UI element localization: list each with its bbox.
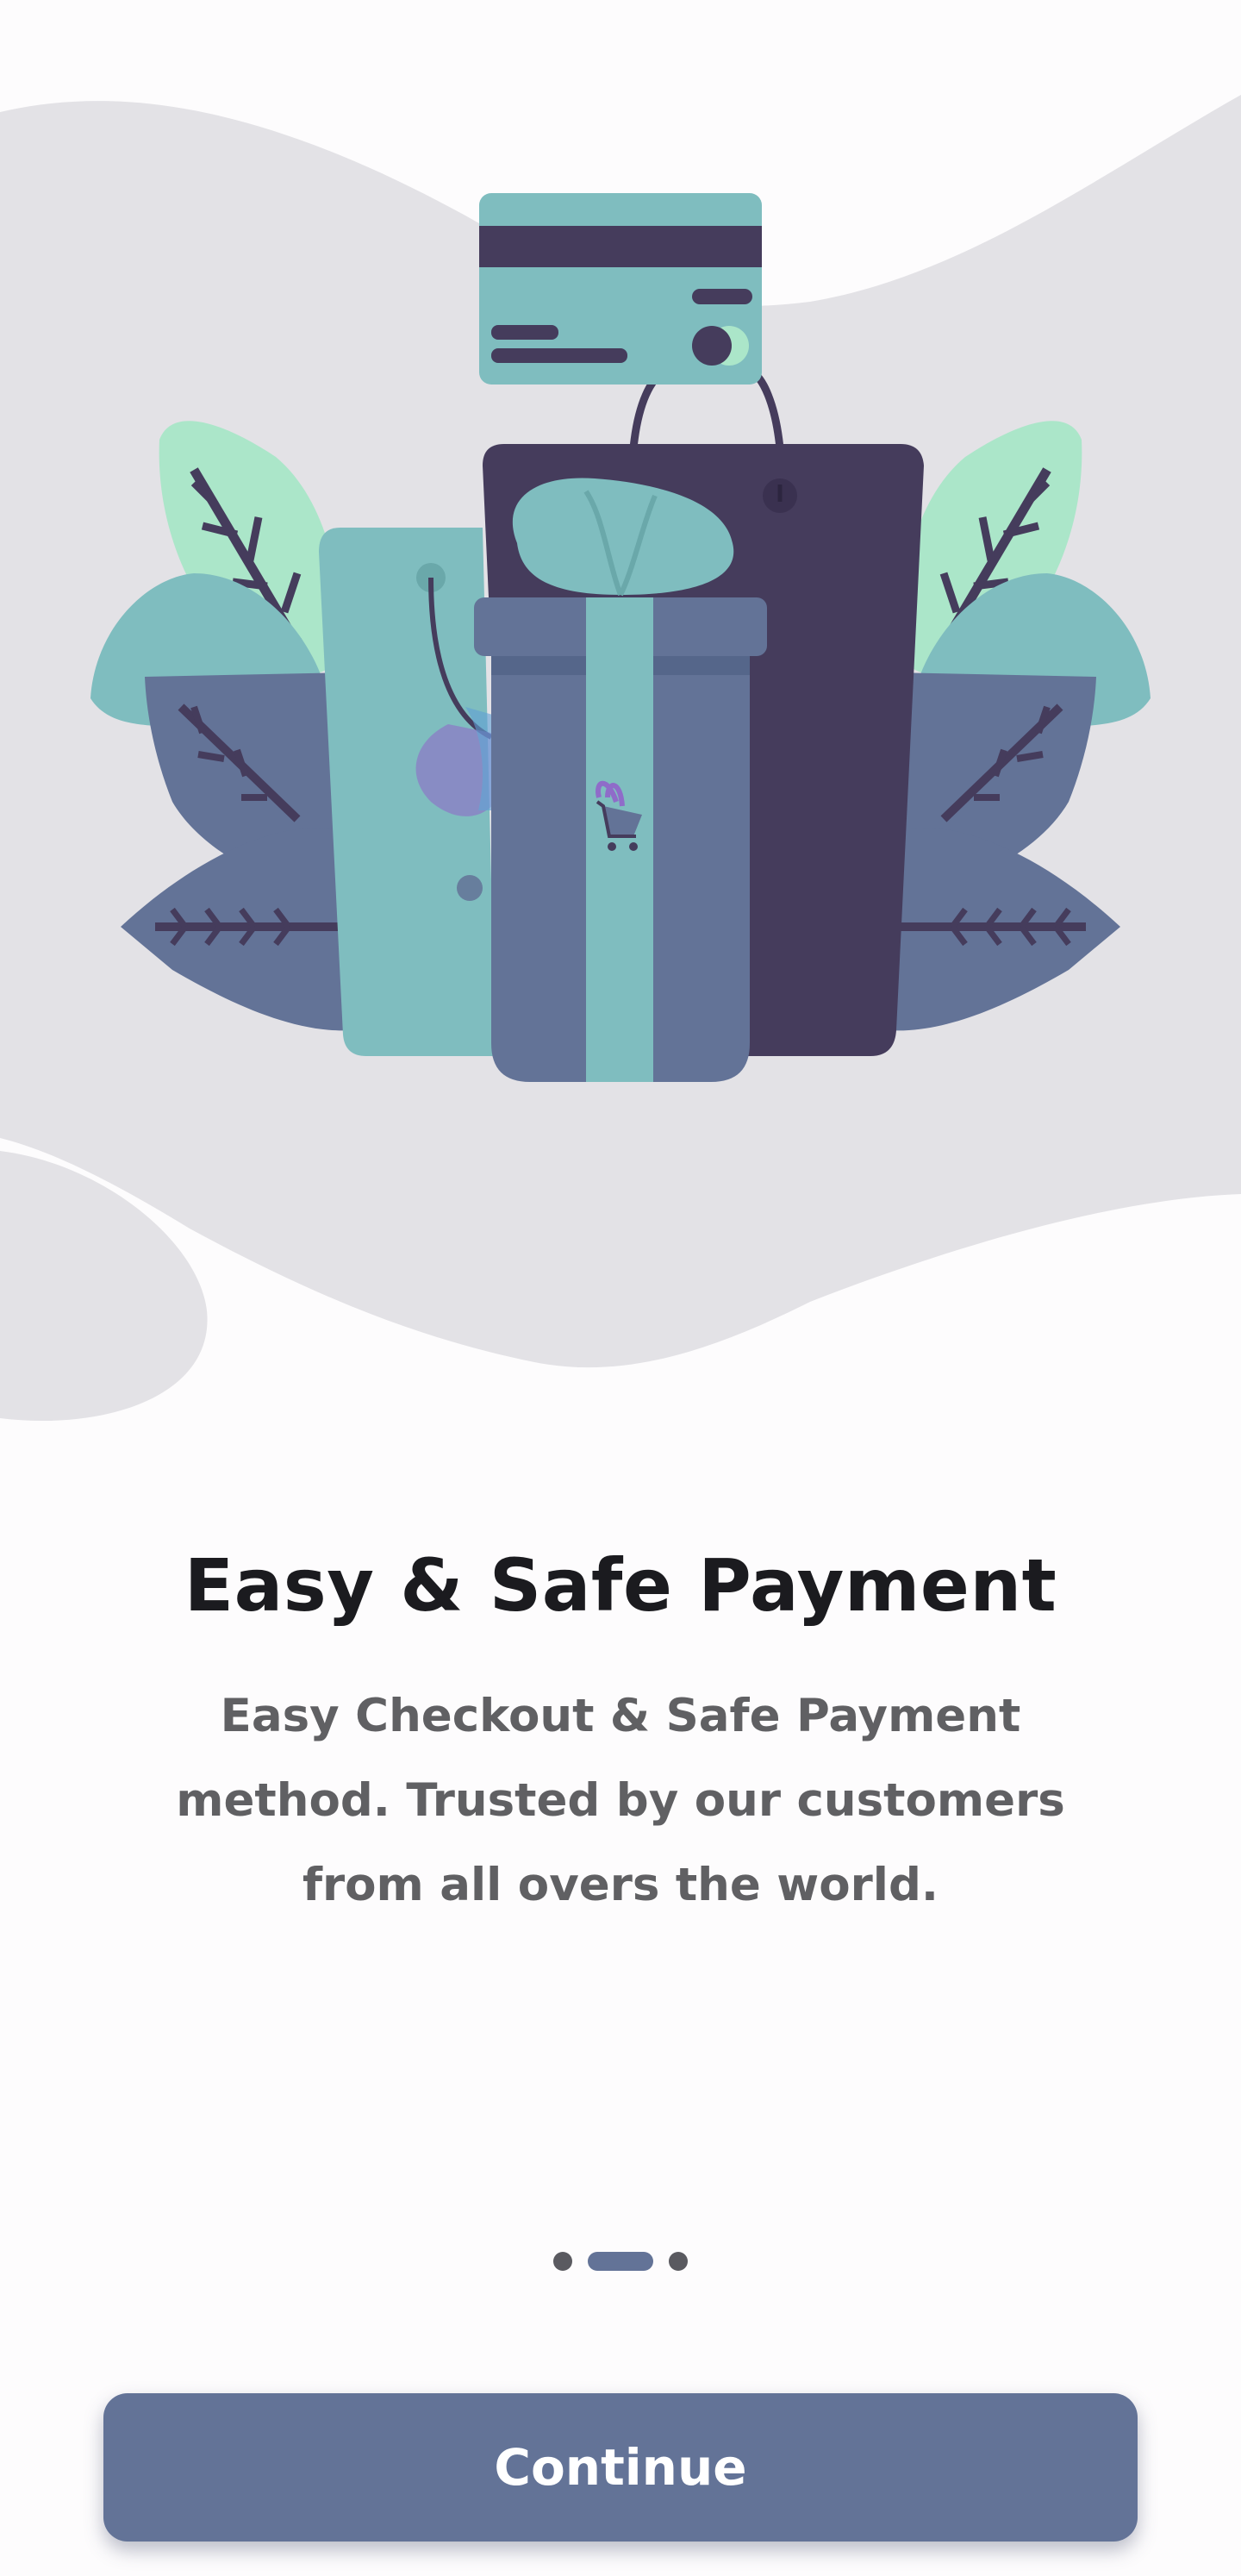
pagination-dot[interactable] [553, 2252, 572, 2271]
pagination-dot[interactable] [669, 2252, 688, 2271]
pagination-dot-active[interactable] [588, 2252, 653, 2271]
shopping-bag-icon [319, 528, 496, 1056]
credit-card-icon [479, 193, 762, 385]
continue-button[interactable]: Continue [103, 2393, 1138, 2542]
page-title: Easy & Safe Payment [184, 1543, 1057, 1628]
hero-illustration [0, 95, 1241, 1422]
page-description: Easy Checkout & Safe Payment method. Tru… [176, 1690, 1065, 1911]
pagination-dots [0, 2252, 1241, 2271]
